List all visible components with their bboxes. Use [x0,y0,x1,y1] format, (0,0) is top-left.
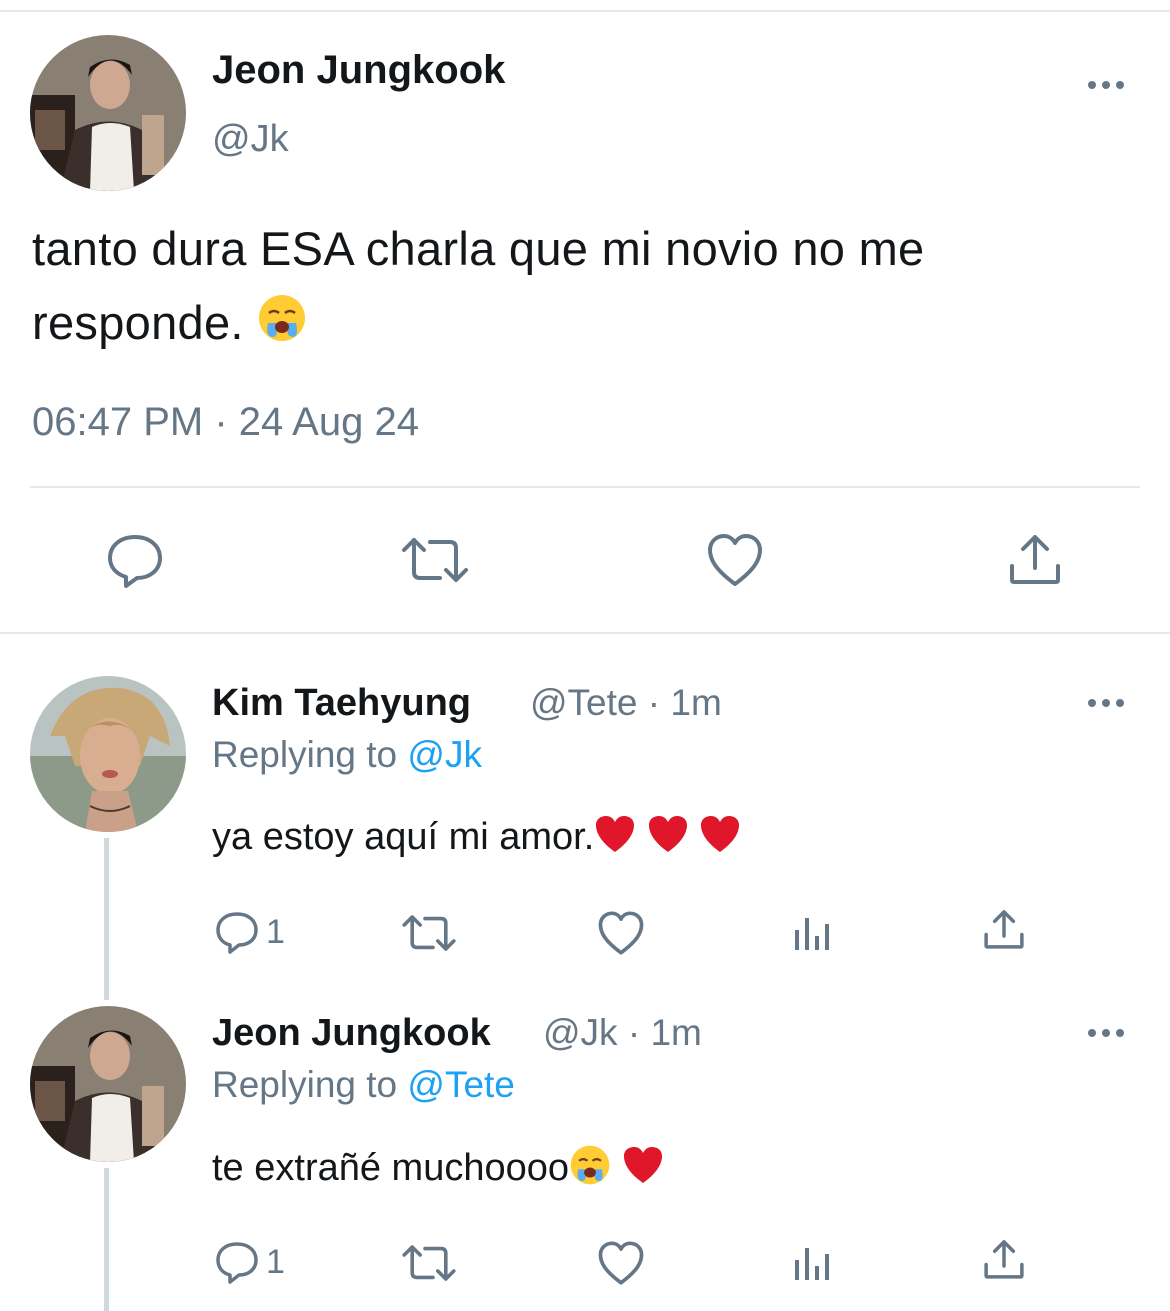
reply-author-handle: @Tete [530,682,638,723]
reply-time: · 1m [647,682,722,723]
share-button[interactable] [1008,532,1062,586]
like-button[interactable] [706,532,764,588]
thread-line [104,838,109,1000]
like-button[interactable] [597,910,645,956]
share-button[interactable] [983,908,1025,950]
more-options-icon[interactable] [1087,1023,1127,1043]
reply-body: ya estoy aquí mi amor. [212,814,741,864]
replying-to-label: Replying to [212,734,398,775]
analytics-icon [795,918,829,950]
tweet-body: tanto dura ESA charla que mi novio no me… [32,212,1142,364]
reply-body: te extrañé muchoooo [212,1144,664,1196]
like-button[interactable] [597,1240,645,1286]
author-handle[interactable]: @Jk [212,118,289,161]
replying-to: Replying to @Tete [212,1064,515,1106]
retweet-icon [402,1245,456,1281]
heart-icon [598,911,644,955]
tweet-timestamp[interactable]: 06:47 PM · 24 Aug 24 [32,400,419,445]
crying-face-emoji [569,1144,611,1196]
reply-icon [216,1242,258,1284]
top-divider [0,10,1170,12]
reply-author-name[interactable]: Kim Taehyung [212,682,471,725]
reply-button[interactable]: 1 [214,1240,285,1284]
replying-to: Replying to @Jk [212,734,482,776]
share-icon [1010,535,1060,584]
reply-button[interactable] [106,532,164,588]
reply-avatar[interactable] [30,1006,186,1162]
reply-handle-time[interactable]: @Jk · 1m [543,1012,702,1054]
replying-to-label: Replying to [212,1064,398,1105]
red-heart-emoji [622,1145,664,1195]
red-heart-emoji [699,814,741,864]
tweet-text: tanto dura ESA charla que mi novio no me… [32,222,925,349]
retweet-button[interactable] [401,912,457,954]
reply-author-name[interactable]: Jeon Jungkook [212,1012,491,1055]
heart-icon [598,1241,644,1285]
section-divider [0,632,1170,634]
retweet-icon [402,915,456,951]
red-heart-emoji [647,814,689,864]
reply-icon [108,535,162,588]
author-name[interactable]: Jeon Jungkook [212,48,505,93]
share-icon [984,910,1024,949]
reply-count: 1 [266,912,285,951]
reply-handle-time[interactable]: @Tete · 1m [530,682,722,724]
analytics-icon [795,1248,829,1280]
replying-to-mention[interactable]: @Tete [407,1064,515,1105]
reply-count: 1 [266,1242,285,1281]
thread-line [104,1168,109,1311]
analytics-button[interactable] [793,1242,833,1282]
analytics-button[interactable] [793,912,833,952]
reply-avatar[interactable] [30,676,186,832]
actions-divider [30,486,1140,488]
retweet-button[interactable] [400,534,470,586]
reply-text: te extrañé muchoooo [212,1147,570,1190]
retweet-button[interactable] [401,1242,457,1284]
crying-face-emoji [257,290,307,364]
share-button[interactable] [983,1238,1025,1280]
replying-to-mention[interactable]: @Jk [407,734,482,775]
author-avatar[interactable] [30,35,186,191]
reply-time: · 1m [627,1012,702,1053]
retweet-icon [402,538,468,582]
reply-text: ya estoy aquí mi amor. [212,816,595,859]
red-heart-emoji [594,814,636,864]
reply-button[interactable]: 1 [214,910,285,954]
share-icon [984,1240,1024,1279]
more-options-icon[interactable] [1087,75,1127,95]
more-options-icon[interactable] [1087,693,1127,713]
reply-icon [216,912,258,954]
reply-author-handle: @Jk [543,1012,618,1053]
heart-icon [708,534,762,586]
